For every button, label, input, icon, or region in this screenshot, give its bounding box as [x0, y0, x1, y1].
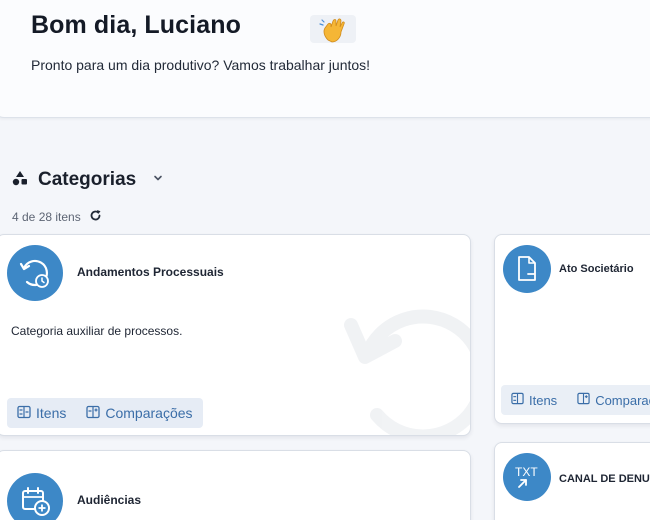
- category-title[interactable]: Audiências: [77, 493, 141, 507]
- items-link[interactable]: Itens: [17, 405, 66, 422]
- comparisons-link[interactable]: Comparaçõ: [577, 392, 650, 408]
- items-label: Itens: [36, 405, 67, 421]
- page: Bom dia, Luciano Pronto para um dia prod…: [0, 0, 650, 520]
- txt-file-icon: TXT: [503, 453, 551, 501]
- comparisons-link[interactable]: Comparações: [86, 405, 193, 422]
- category-title[interactable]: CANAL DE DENUN: [559, 473, 650, 485]
- greeting-subtitle: Pronto para um dia produtivo? Vamos trab…: [31, 57, 371, 73]
- comparisons-label: Comparaçõ: [595, 392, 650, 408]
- shapes-icon: [12, 170, 28, 191]
- items-count: 4 de 28 itens: [12, 210, 81, 224]
- wave-emoji-icon: [310, 15, 356, 43]
- chevron-down-icon[interactable]: [152, 171, 164, 189]
- history-watermark-icon: [337, 275, 470, 435]
- category-card[interactable]: TXT CANAL DE DENUN: [494, 442, 650, 520]
- category-card[interactable]: Audiências: [0, 450, 471, 520]
- category-title[interactable]: Ato Societário: [559, 263, 634, 275]
- list-icon: [17, 405, 31, 422]
- svg-text:TXT: TXT: [515, 465, 538, 479]
- comparisons-label: Comparações: [105, 405, 193, 421]
- list-icon: [511, 392, 524, 408]
- category-actions: Itens Comparações: [7, 398, 203, 428]
- category-description: Categoria auxiliar de processos.: [11, 324, 183, 338]
- document-minus-icon: [503, 245, 551, 293]
- refresh-icon[interactable]: [89, 209, 102, 225]
- greeting-title: Bom dia, Luciano: [31, 11, 241, 39]
- compare-icon: [86, 405, 101, 422]
- category-title[interactable]: Andamentos Processuais: [77, 265, 224, 279]
- categories-title: Categorias: [38, 169, 137, 190]
- categories-header[interactable]: Categorias: [12, 168, 164, 192]
- greeting-card: Bom dia, Luciano Pronto para um dia prod…: [0, 0, 650, 118]
- items-link[interactable]: Itens: [511, 392, 557, 408]
- category-card[interactable]: Ato Societário Itens Compara: [494, 234, 650, 424]
- category-actions: Itens Comparaçõ: [501, 385, 650, 415]
- history-clock-icon: [7, 245, 63, 301]
- items-label: Itens: [529, 392, 558, 408]
- compare-icon: [577, 392, 590, 408]
- category-card[interactable]: Andamentos Processuais Categoria auxilia…: [0, 234, 471, 436]
- items-count-row: 4 de 28 itens: [12, 208, 102, 226]
- calendar-plus-icon: [7, 473, 63, 520]
